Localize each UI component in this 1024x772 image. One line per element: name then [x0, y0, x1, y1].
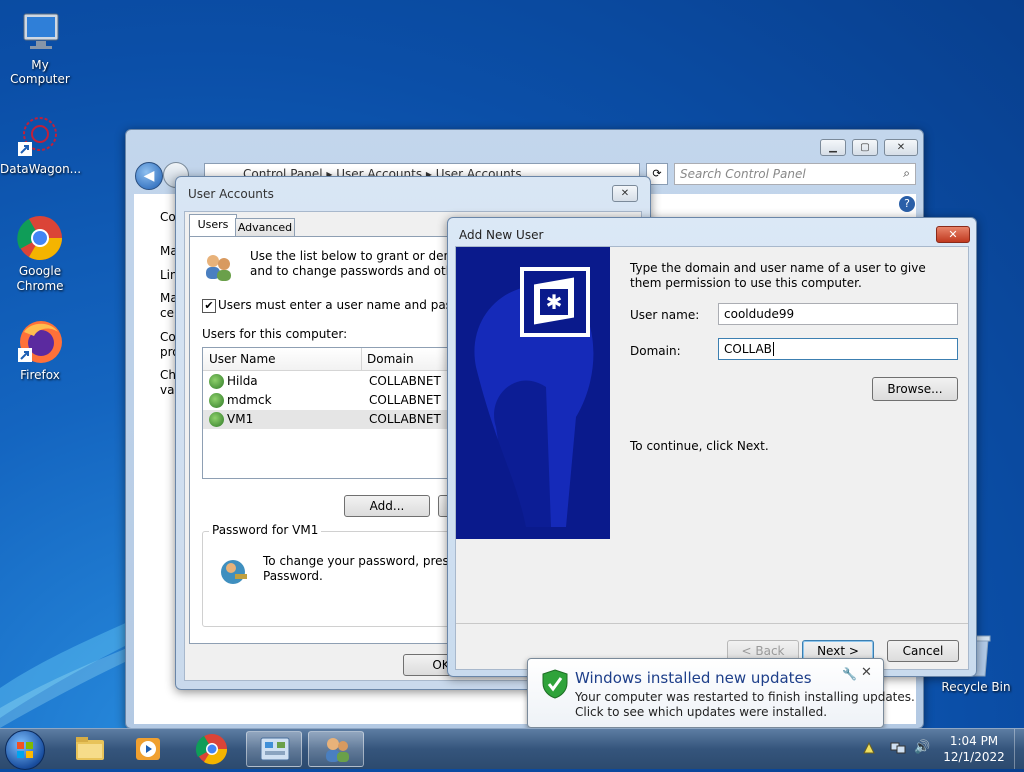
user-icon	[209, 393, 224, 408]
side-text: Co	[160, 210, 176, 224]
help-icon[interactable]: ?	[899, 196, 915, 212]
users-icon	[326, 738, 349, 762]
close-button[interactable]: ✕	[936, 226, 970, 243]
desktop-icon-chrome[interactable]: Google Chrome	[0, 214, 80, 294]
wizard-banner: ✱	[456, 247, 610, 539]
divider	[456, 623, 968, 624]
desktop-icon-my-computer[interactable]: My Computer	[0, 8, 80, 86]
search-input[interactable]: Search Control Panel ⌕	[674, 163, 916, 185]
notification-text: Your computer was restarted to finish in…	[575, 690, 915, 704]
desktop-icon-firefox[interactable]: Firefox	[0, 318, 80, 382]
desktop-icon-label: Firefox	[20, 368, 60, 382]
add-button[interactable]: Add...	[344, 495, 430, 517]
desktop-icon-label: Recycle Bin	[941, 680, 1011, 694]
password-group-label: Password for VM1	[209, 523, 322, 537]
clock-date: 12/1/2022	[943, 750, 1005, 764]
username-label: User name:	[630, 308, 700, 322]
row-username: mdmck	[227, 393, 272, 407]
show-desktop-button[interactable]	[1014, 729, 1024, 769]
side-text: Co	[160, 330, 176, 344]
row-username: Hilda	[227, 374, 258, 388]
tab-users[interactable]: Users	[189, 214, 237, 237]
control-panel-icon	[260, 737, 290, 761]
taskbar-user-accounts[interactable]	[308, 731, 364, 767]
column-domain[interactable]: Domain	[367, 352, 414, 366]
action-center-icon[interactable]	[862, 741, 876, 755]
password-text: To change your password, press C	[263, 554, 468, 568]
dialog-title: User Accounts	[188, 187, 274, 201]
back-arrow-icon[interactable]: ◀	[135, 162, 163, 190]
password-text: Password.	[263, 569, 323, 583]
row-username: VM1	[227, 412, 254, 426]
taskbar-media-player[interactable]	[120, 731, 176, 767]
computer-icon	[16, 8, 64, 56]
table-row[interactable]: mdmck COLLABNET	[207, 391, 447, 410]
chrome-icon	[16, 214, 64, 262]
taskbar: 🔊 1:04 PM 12/1/2022	[0, 728, 1024, 770]
clock[interactable]: 1:04 PM 12/1/2022	[936, 733, 1012, 765]
notification-text: Click to see which updates were installe…	[575, 705, 828, 719]
row-domain: COLLABNET	[369, 393, 441, 407]
media-player-icon	[136, 738, 160, 760]
tab-advanced[interactable]: Advanced	[235, 218, 295, 237]
update-notification[interactable]: Windows installed new updates Your compu…	[527, 658, 915, 738]
close-button[interactable]: ✕	[884, 139, 918, 156]
user-icon	[209, 374, 224, 389]
column-username[interactable]: User Name	[209, 352, 276, 366]
user-icon	[209, 412, 224, 427]
users-icon	[202, 251, 234, 283]
checkbox-label: Users must enter a user name and passwor	[218, 298, 481, 312]
row-domain: COLLABNET	[369, 374, 441, 388]
minimize-button[interactable]: ▁	[820, 139, 846, 156]
network-icon[interactable]	[890, 741, 906, 755]
side-text: va	[160, 383, 175, 397]
close-icon[interactable]: ✕	[861, 665, 872, 680]
desktop-icon-datawagon[interactable]: DataWagon...	[0, 112, 82, 176]
domain-field[interactable]: COLLAB	[718, 338, 958, 360]
volume-icon[interactable]: 🔊	[914, 740, 932, 756]
options-wrench-icon[interactable]: 🔧	[842, 667, 857, 681]
desktop-icon-label: Google Chrome	[16, 264, 64, 293]
desktop-icon-label: DataWagon...	[0, 162, 82, 176]
dialog-title: Add New User	[459, 228, 544, 242]
windows-logo-icon	[17, 742, 33, 758]
table-row[interactable]: Hilda COLLABNET	[207, 372, 447, 391]
domain-label: Domain:	[630, 344, 681, 358]
dialog-body: ✱ Type the domain and user name of a use…	[455, 246, 969, 670]
instructions-text: Type the domain and user name of a user …	[630, 261, 926, 290]
chrome-icon	[195, 734, 228, 765]
side-text: ce	[160, 306, 174, 320]
side-text: Ch	[160, 368, 176, 382]
clock-time: 1:04 PM	[949, 734, 999, 748]
search-icon[interactable]: ⌕	[903, 166, 910, 181]
notification-title: Windows installed new updates	[575, 669, 812, 687]
continue-text: To continue, click Next.	[630, 439, 769, 453]
user-key-icon	[219, 556, 251, 588]
taskbar-control-panel[interactable]	[246, 731, 302, 767]
add-new-user-dialog: Add New User ✕ ✱ Type the domain and use…	[447, 217, 977, 677]
row-domain: COLLABNET	[369, 412, 441, 426]
shield-check-icon	[542, 669, 568, 699]
taskbar-chrome[interactable]	[184, 731, 240, 767]
browse-button[interactable]: Browse...	[872, 377, 958, 401]
close-button[interactable]: ✕	[612, 185, 638, 202]
datawagon-icon	[16, 112, 64, 160]
user-manager-logo: ✱	[520, 267, 590, 337]
taskbar-explorer[interactable]	[62, 731, 118, 767]
firefox-icon	[16, 318, 64, 366]
desktop-icon-label: My Computer	[10, 58, 70, 86]
users-heading: Users for this computer:	[202, 327, 348, 341]
require-login-checkbox[interactable]: ✔	[202, 299, 216, 313]
start-button[interactable]	[5, 730, 45, 770]
folder-icon	[76, 737, 104, 760]
intro-text: and to change passwords and other s	[250, 264, 476, 278]
maximize-button[interactable]: ▢	[852, 139, 878, 156]
cancel-button[interactable]: Cancel	[887, 640, 959, 662]
intro-text: Use the list below to grant or deny us	[250, 249, 476, 263]
username-field[interactable]: cooldude99	[718, 303, 958, 325]
